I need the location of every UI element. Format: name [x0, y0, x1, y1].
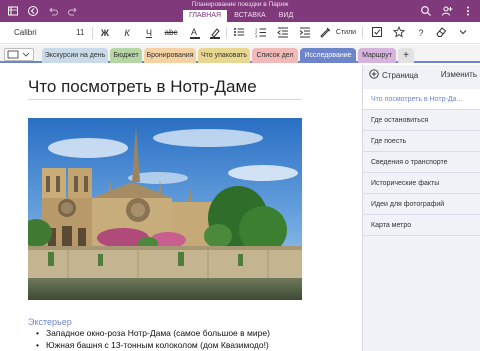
help-button[interactable]: ? — [414, 26, 428, 40]
notre-dame-photo[interactable] — [28, 118, 302, 300]
search-icon[interactable] — [419, 4, 433, 18]
page-item-transport[interactable]: Сведения о транспорте — [363, 152, 480, 173]
section-tab-packing[interactable]: Что упаковать — [198, 48, 250, 63]
page-item-where-to-stay[interactable]: Где остановиться — [363, 110, 480, 131]
notebooks-icon[interactable] — [6, 4, 20, 18]
divider — [226, 27, 227, 39]
page-list: Что посмотреть в Нотр-Да... Где останови… — [363, 89, 480, 236]
section-tab-bookings[interactable]: Бронирования — [144, 48, 196, 63]
section-tab-budget[interactable]: Бюджет — [110, 48, 142, 63]
underline-button[interactable]: Ч — [142, 26, 156, 40]
indent-icon[interactable] — [298, 26, 312, 40]
title-underline — [28, 99, 302, 100]
highlighter-icon[interactable] — [208, 26, 222, 40]
font-color-icon[interactable]: A — [188, 26, 202, 40]
section-tab-day-trips[interactable]: Экскурсии на день — [42, 48, 108, 63]
add-page-label: Страница — [382, 70, 419, 80]
svg-text:A: A — [191, 27, 197, 37]
tab-insert[interactable]: ВСТАВКА — [229, 10, 271, 22]
bullet-list-icon[interactable] — [232, 26, 246, 40]
list-item[interactable]: Южная башня с 13-тонным колоколом (дом К… — [36, 339, 270, 351]
section-tab-research[interactable]: Исследование — [300, 48, 356, 63]
plus-circle-icon — [369, 69, 379, 81]
page-item-metro-map[interactable]: Карта метро — [363, 215, 480, 236]
undo-icon[interactable] — [46, 4, 60, 18]
list-item[interactable]: Западное окно-роза Нотр-Дама (самое боль… — [36, 327, 270, 339]
pages-pane-header: Страница Изменить — [363, 65, 480, 85]
tab-view[interactable]: ВИД — [273, 10, 299, 22]
divider — [362, 27, 363, 39]
format-toolbar: Calibri 11 Ж К Ч abc A 123 Стили ? — [0, 22, 480, 44]
edit-pages-button[interactable]: Изменить — [441, 70, 477, 79]
bullet-list: Западное окно-роза Нотр-Дама (самое боль… — [36, 327, 270, 351]
title-bar: Планирование поездки в Париж ГЛАВНАЯ ВСТ… — [0, 0, 480, 22]
page-item-notre-dame[interactable]: Что посмотреть в Нотр-Да... — [363, 89, 480, 110]
page-item-history[interactable]: Исторические факты — [363, 173, 480, 194]
eraser-icon[interactable] — [434, 26, 448, 40]
styles-icon[interactable] — [318, 26, 332, 40]
strikethrough-button[interactable]: abc — [162, 26, 180, 40]
chevron-down-icon[interactable] — [456, 26, 470, 40]
font-size-field[interactable]: 11 — [76, 26, 90, 40]
notebook-switcher[interactable] — [4, 48, 34, 61]
svg-text:3: 3 — [255, 34, 258, 39]
styles-button[interactable]: Стили — [334, 26, 358, 40]
star-tag-icon[interactable] — [392, 25, 406, 40]
tab-home[interactable]: ГЛАВНАЯ — [183, 10, 227, 22]
section-tabs: Экскурсии на день Бюджет Бронирования Чт… — [0, 45, 480, 63]
outdent-icon[interactable] — [276, 26, 290, 40]
numbered-list-icon[interactable]: 123 — [254, 26, 268, 40]
back-icon[interactable] — [26, 4, 40, 18]
italic-button[interactable]: К — [120, 26, 134, 40]
more-icon[interactable] — [461, 4, 475, 18]
font-name-field[interactable]: Calibri — [14, 26, 64, 40]
divider — [92, 27, 93, 39]
section-tab-todo[interactable]: Список дел — [252, 48, 298, 63]
share-person-icon[interactable] — [440, 4, 454, 18]
add-section-button[interactable]: + — [398, 48, 414, 63]
add-page-button[interactable]: Страница — [369, 69, 418, 81]
section-tab-itinerary[interactable]: Маршрут — [358, 48, 396, 63]
section-heading[interactable]: Экстерьер — [28, 317, 72, 327]
page-canvas[interactable]: Что посмотреть в Нотр-Даме Экстерьер • З… — [0, 65, 362, 351]
checkbox-tag-icon[interactable] — [370, 26, 384, 40]
pages-pane: Страница Изменить Что посмотреть в Нотр-… — [362, 65, 480, 351]
redo-icon[interactable] — [66, 4, 80, 18]
page-item-photo-ideas[interactable]: Идеи для фотографий — [363, 194, 480, 215]
bold-button[interactable]: Ж — [98, 26, 112, 40]
page-title[interactable]: Что посмотреть в Нотр-Даме — [28, 77, 257, 97]
page-item-where-to-eat[interactable]: Где поесть — [363, 131, 480, 152]
